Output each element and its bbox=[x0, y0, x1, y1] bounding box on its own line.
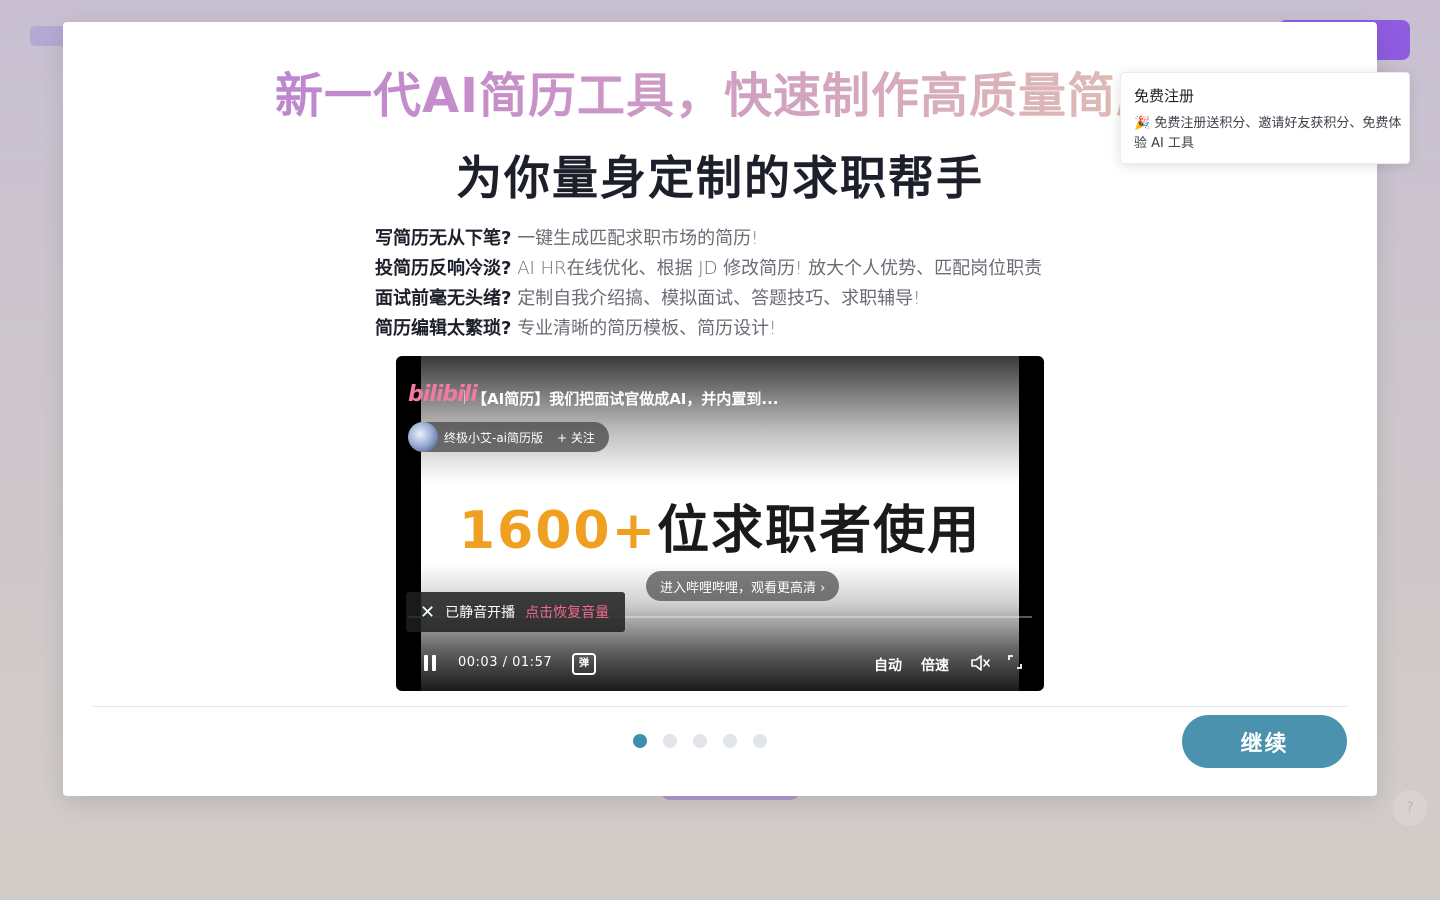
quality-auto-button[interactable]: 自动 bbox=[874, 655, 902, 675]
feature-item: 面试前毫无头绪? 定制自我介绍搞、模拟面试、答题技巧、求职辅导! bbox=[375, 284, 1135, 314]
duration: 01:57 bbox=[512, 655, 553, 670]
video-player[interactable]: 1600+位求职者使用 进入哔哩哔哩，观看更高清 › bilibili 【AI简… bbox=[396, 356, 1044, 691]
popover-title: 免费注册 bbox=[1134, 87, 1195, 105]
pagination-dot[interactable] bbox=[633, 734, 647, 748]
feature-question: 写简历无从下笔? bbox=[375, 228, 512, 249]
feature-answer: 一键生成匹配求职市场的简历! bbox=[517, 228, 759, 249]
feature-list: 写简历无从下笔? 一键生成匹配求职市场的简历! 投简历反响冷淡? AI HR在线… bbox=[375, 224, 1135, 344]
video-headline-number: 1600+ bbox=[458, 501, 658, 561]
footer-divider bbox=[93, 706, 1347, 707]
bilibili-logo[interactable]: bilibili bbox=[408, 382, 478, 407]
pagination-dot[interactable] bbox=[693, 734, 707, 748]
danmaku-icon[interactable]: 弹 bbox=[572, 653, 596, 675]
feature-question: 投简历反响冷淡? bbox=[375, 258, 512, 279]
video-headline: 1600+位求职者使用 bbox=[421, 488, 1019, 563]
time-display: 00:03 / 01:57 bbox=[458, 655, 552, 670]
close-icon[interactable]: ✕ bbox=[420, 602, 435, 623]
restore-volume-link[interactable]: 点击恢复音量 bbox=[525, 602, 609, 622]
follow-button[interactable]: + 关注 bbox=[557, 429, 595, 446]
feature-item: 投简历反响冷淡? AI HR在线优化、根据 JD 修改简历! 放大个人优势、匹配… bbox=[375, 254, 1135, 284]
channel-avatar[interactable] bbox=[408, 422, 438, 452]
current-time: 00:03 bbox=[458, 655, 498, 670]
feature-answer: 专业清晰的简历模板、简历设计! bbox=[517, 318, 777, 339]
pagination-dot[interactable] bbox=[753, 734, 767, 748]
pagination-dots bbox=[633, 734, 767, 748]
feature-item: 写简历无从下笔? 一键生成匹配求职市场的简历! bbox=[375, 224, 1135, 254]
pagination-dot[interactable] bbox=[663, 734, 677, 748]
video-title[interactable]: 【AI简历】我们把面试官做成AI，并内置到... bbox=[472, 388, 778, 409]
volume-muted-icon[interactable] bbox=[970, 653, 992, 673]
feature-question: 面试前毫无头绪? bbox=[375, 288, 512, 309]
muted-toast: ✕ 已静音开播 点击恢复音量 bbox=[406, 592, 626, 632]
popover-body: 🎉 免费注册送积分、邀请好友获积分、免费体验 AI 工具 bbox=[1134, 116, 1402, 151]
logo-separator bbox=[464, 390, 465, 404]
enter-bilibili-button[interactable]: 进入哔哩哔哩，观看更高清 › bbox=[646, 571, 840, 601]
continue-button[interactable]: 继续 bbox=[1182, 715, 1347, 768]
video-headline-text: 位求职者使用 bbox=[657, 501, 982, 561]
register-popover: 免费注册 🎉 免费注册送积分、邀请好友获积分、免费体验 AI 工具 bbox=[1120, 72, 1410, 164]
background-help-icon: ? bbox=[1392, 790, 1428, 826]
feature-answer: 定制自我介绍搞、模拟面试、答题技巧、求职辅导! bbox=[517, 288, 921, 309]
channel-pill[interactable]: 终极小艾-ai简历版 + 关注 bbox=[408, 422, 609, 452]
feature-answer: AI HR在线优化、根据 JD 修改简历! 放大个人优势、匹配岗位职责 bbox=[517, 258, 1043, 279]
feature-question: 简历编辑太繁琐? bbox=[375, 318, 512, 339]
playback-speed-button[interactable]: 倍速 bbox=[921, 655, 949, 675]
muted-text: 已静音开播 bbox=[445, 605, 516, 621]
control-bar: 00:03 / 01:57 弹 自动 倍速 bbox=[396, 637, 1044, 691]
time-separator: / bbox=[502, 655, 508, 670]
feature-item: 简历编辑太繁琐? 专业清晰的简历模板、简历设计! bbox=[375, 314, 1135, 344]
pagination-dot[interactable] bbox=[723, 734, 737, 748]
pause-icon[interactable] bbox=[424, 655, 440, 673]
channel-name[interactable]: 终极小艾-ai简历版 bbox=[444, 429, 543, 446]
fullscreen-icon[interactable] bbox=[1008, 655, 1022, 669]
